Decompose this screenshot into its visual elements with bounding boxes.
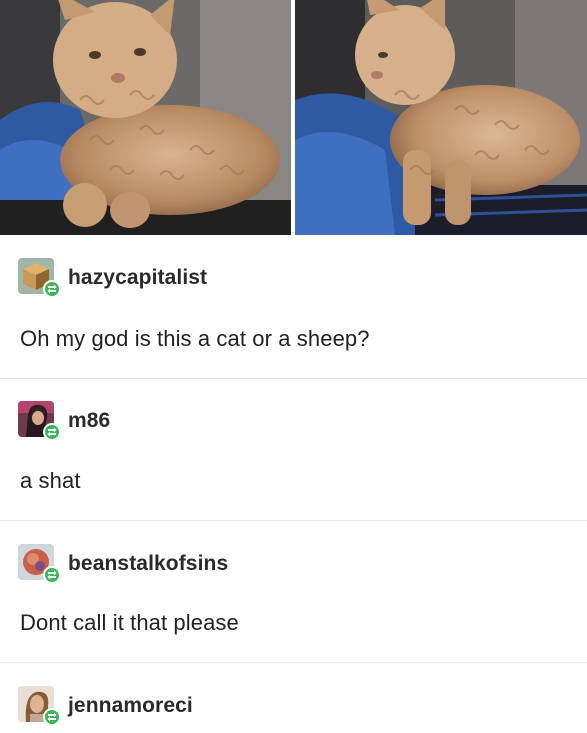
divider (0, 378, 587, 379)
divider (0, 520, 587, 521)
reblog-icon (43, 566, 61, 584)
kitten-photo-left[interactable] (0, 0, 291, 235)
post-text: a shat (20, 468, 81, 493)
post-header: beanstalkofsins (18, 544, 228, 584)
post-header: hazycapitalist (18, 258, 207, 298)
post-text: Dont call it that please (20, 610, 239, 635)
photo-strip (0, 0, 587, 235)
username[interactable]: jennamoreci (68, 694, 193, 718)
username[interactable]: beanstalkofsins (68, 552, 228, 576)
post-text: Oh my god is this a cat or a sheep? (20, 326, 370, 351)
reblog-icon (43, 708, 61, 726)
post-header: jennamoreci (18, 686, 193, 726)
user-avatar[interactable] (18, 258, 62, 298)
user-avatar[interactable] (18, 544, 62, 584)
user-avatar[interactable] (18, 401, 62, 441)
reblog-icon (43, 280, 61, 298)
divider (0, 662, 587, 663)
user-avatar[interactable] (18, 686, 62, 726)
post-header: m86 (18, 401, 110, 441)
username[interactable]: hazycapitalist (68, 266, 207, 290)
reblog-icon (43, 423, 61, 441)
kitten-photo-right[interactable] (295, 0, 587, 235)
username[interactable]: m86 (68, 409, 110, 433)
